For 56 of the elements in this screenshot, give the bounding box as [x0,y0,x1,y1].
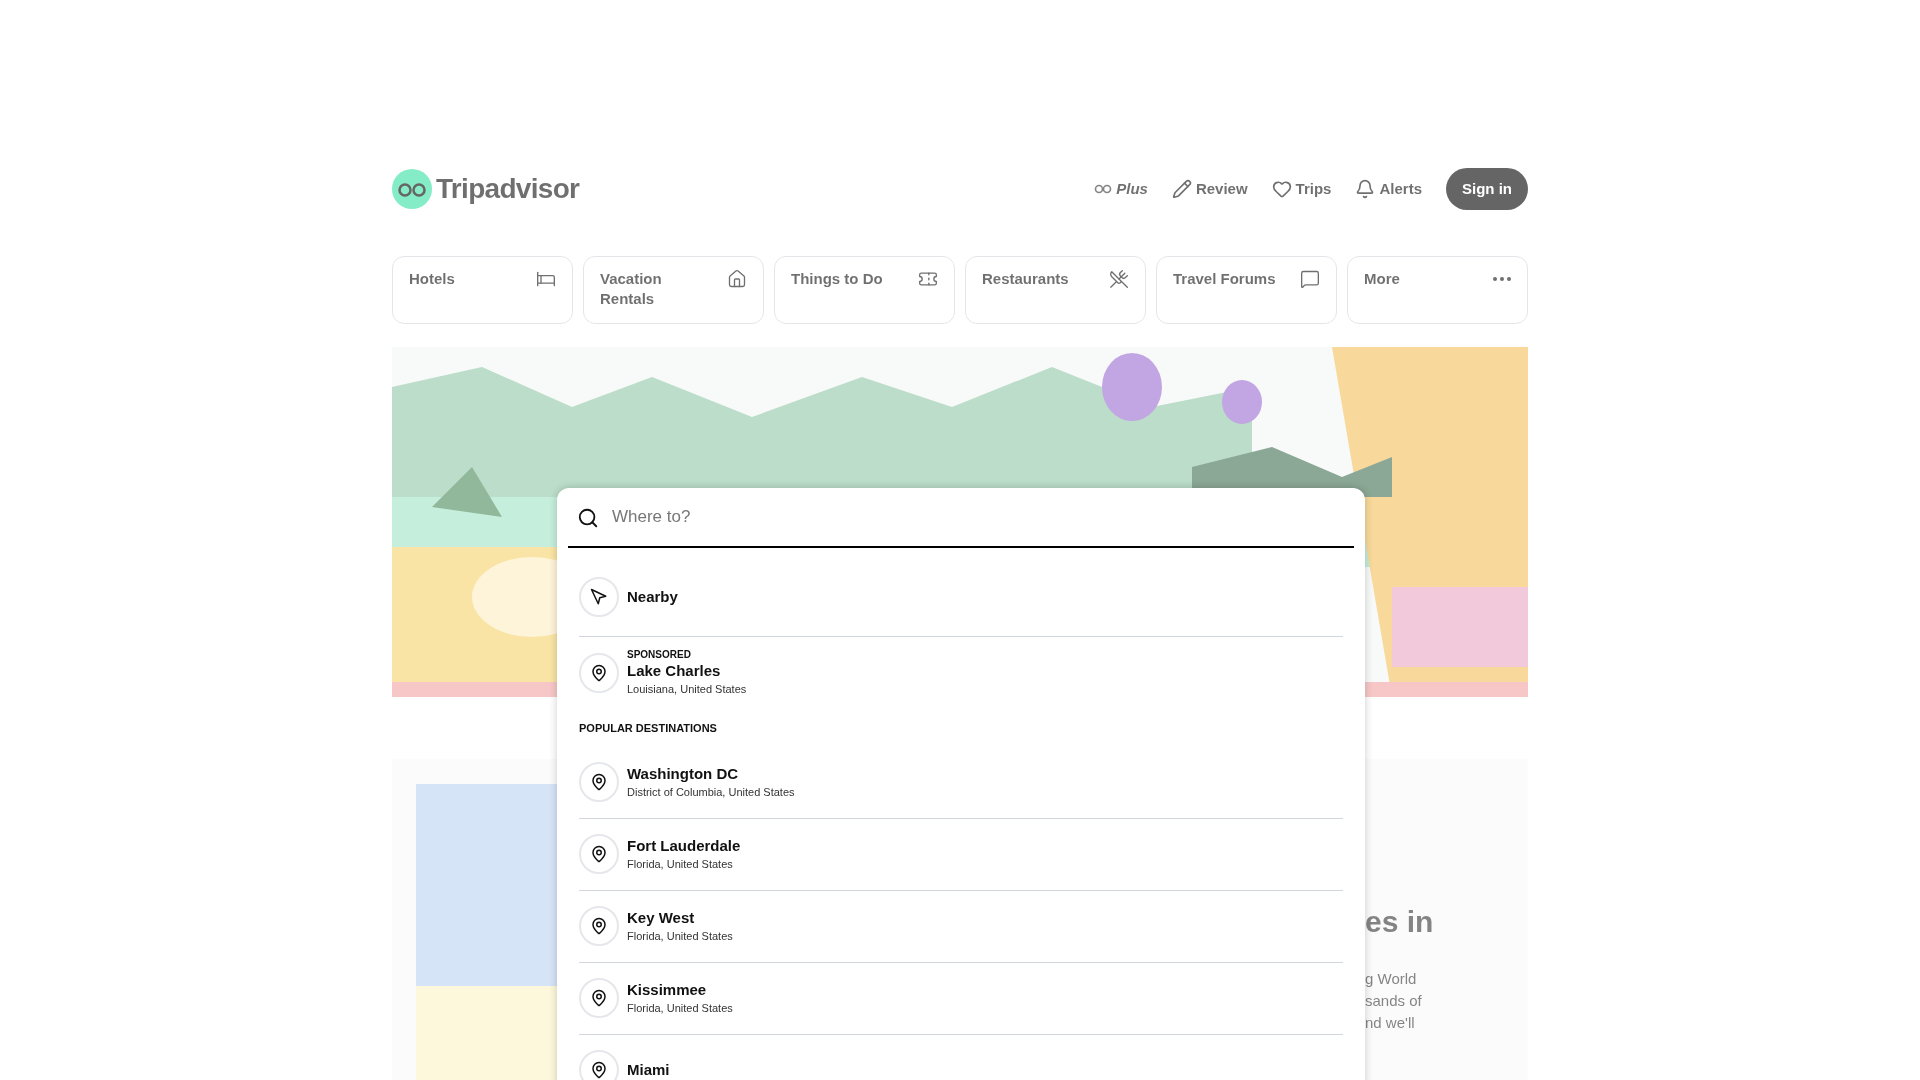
category-tab[interactable]: Restaurants [965,256,1146,324]
destination-region: Florida, United States [627,1001,733,1016]
category-tab[interactable]: Travel Forums [1156,256,1337,324]
suggestion-item[interactable]: SPONSORED Lake Charles Louisiana, United States [579,637,1343,708]
destination-name: Washington DC [627,764,740,784]
destination-item[interactable]: Washington DC District of Columbia, United States [579,746,1343,819]
bell-icon [1355,179,1376,199]
sign-in-button[interactable]: Sign in [1446,168,1528,210]
map-pin-icon [579,652,619,693]
section-text: nd we'll [1365,1013,1416,1033]
map-pin-icon [579,906,619,946]
destination-region: District of Columbia, United States [627,785,795,800]
destination-region: Louisiana, United States [627,681,747,697]
map-pin-icon [579,834,619,874]
search-icon [577,507,599,529]
search-field[interactable]: Where to? [568,488,1354,548]
map-pin-icon [579,762,619,802]
destination-name: Nearby [627,587,678,607]
destination-name: Lake Charles [627,660,722,681]
heart-icon [1271,179,1292,199]
map-pin-icon [579,978,619,1018]
nav-link[interactable]: Alerts [1355,177,1422,201]
chat-icon [1300,269,1320,289]
more-icon [1493,277,1511,281]
sponsored-label: SPONSORED [627,648,692,661]
destination-item[interactable]: Miami [579,1034,1343,1080]
section-heading: POPULAR DESTINATIONS [579,721,718,736]
nav-link[interactable]: Plus [1094,177,1148,201]
logo-text: Tripadvisor [436,172,580,206]
utensils-icon [1109,269,1129,289]
destination-name: Miami [627,1060,670,1080]
logo-icon [392,169,432,209]
destination-item[interactable]: Fort Lauderdale Florida, United States [579,818,1343,891]
category-tab[interactable]: More [1347,256,1528,324]
section-text: sands of [1365,991,1423,1011]
bed-icon [536,269,556,289]
category-tab[interactable]: Hotels [392,256,573,324]
section-text: g World [1365,969,1418,989]
nav-link[interactable]: Review [1171,177,1248,201]
destination-name: Key West [627,908,696,928]
category-tab[interactable]: Things to Do [774,256,955,324]
destination-name: Kissimmee [627,980,708,1000]
destination-region: Florida, United States [627,929,733,944]
destination-region: Florida, United States [627,857,734,872]
destination-name: Fort Lauderdale [627,836,741,856]
navigation-icon [579,577,619,617]
map-pin-icon [579,1050,619,1080]
house-icon [727,269,747,289]
suggestion-item[interactable]: Nearby [579,558,1343,637]
nav-link[interactable]: Trips [1271,177,1332,201]
destination-item[interactable]: Kissimmee Florida, United States [579,962,1343,1035]
category-tab[interactable]: Vacation Rentals [583,256,764,324]
section-heading: es in [1365,904,1435,940]
owl-eyes-icon [1094,183,1113,195]
pencil-icon [1171,179,1192,199]
destination-item[interactable]: Key West Florida, United States [579,890,1343,963]
